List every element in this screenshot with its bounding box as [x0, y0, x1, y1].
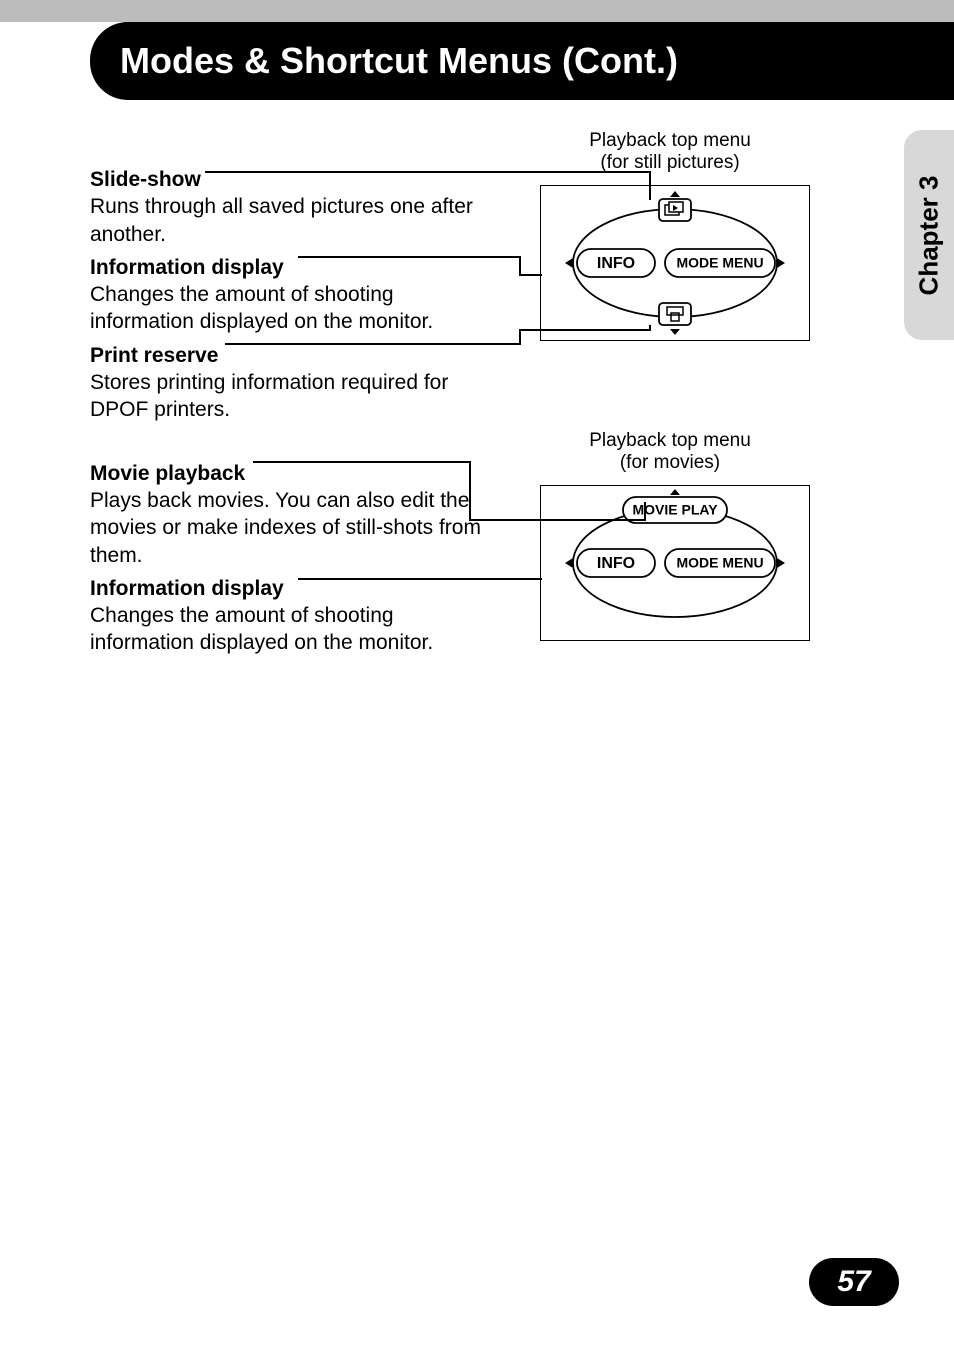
chapter-tab: Chapter 3 — [904, 130, 954, 340]
chapter-label: Chapter 3 — [914, 175, 945, 295]
page-number: 57 — [809, 1258, 899, 1306]
page-title: Modes & Shortcut Menus (Cont.) — [120, 40, 678, 82]
top-gray-bar — [0, 0, 954, 22]
page-header: Modes & Shortcut Menus (Cont.) — [90, 22, 954, 100]
leader-lines — [90, 130, 850, 690]
